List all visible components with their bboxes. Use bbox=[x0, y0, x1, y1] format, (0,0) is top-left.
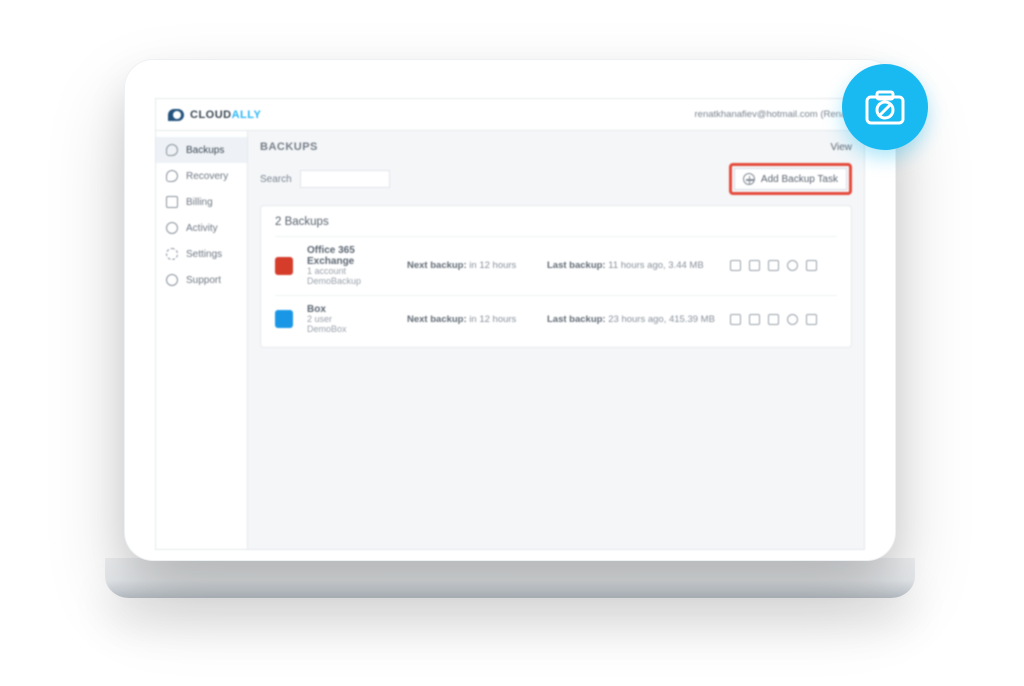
row-actions bbox=[727, 260, 817, 271]
search-input[interactable] bbox=[300, 170, 390, 188]
edit-icon[interactable] bbox=[730, 314, 741, 325]
last-backup-value: 11 hours ago, 3.44 MB bbox=[608, 260, 703, 271]
backup-service-logo bbox=[275, 257, 293, 275]
backup-service-sub2: DemoBackup bbox=[307, 277, 397, 287]
user-info[interactable]: renatkhanafiev@hotmail.com (Renat) bbox=[695, 109, 853, 120]
delete-icon[interactable] bbox=[806, 314, 817, 325]
next-backup-label: Next backup: bbox=[407, 260, 467, 271]
page-title: BACKUPS bbox=[260, 141, 318, 153]
sidebar-item-recovery[interactable]: Recovery bbox=[156, 163, 247, 189]
delete-icon[interactable] bbox=[806, 260, 817, 271]
backup-service-name: Office 365 Exchange bbox=[307, 245, 397, 267]
sidebar-item-label: Recovery bbox=[186, 171, 228, 182]
sidebar-item-label: Billing bbox=[186, 197, 213, 208]
download-icon[interactable] bbox=[768, 260, 779, 271]
brand-suffix: ALLY bbox=[232, 109, 262, 121]
brand-logo-icon bbox=[168, 109, 184, 121]
main: BACKUPS View Search Add Backup Task bbox=[248, 131, 864, 549]
backups-card: 2 Backups Office 365 Exchange 1 account … bbox=[260, 205, 852, 348]
row-actions bbox=[727, 314, 817, 325]
backups-count: 2 Backups bbox=[275, 216, 837, 228]
add-backup-task-button[interactable]: Add Backup Task bbox=[734, 168, 847, 190]
topbar: CLOUDALLY renatkhanafiev@hotmail.com (Re… bbox=[156, 99, 864, 131]
add-backup-highlight: Add Backup Task bbox=[729, 163, 852, 195]
user-icon bbox=[166, 222, 178, 234]
help-icon bbox=[166, 274, 178, 286]
backup-service-sub2: DemoBox bbox=[307, 325, 397, 335]
sidebar-item-settings[interactable]: Settings bbox=[156, 241, 247, 267]
sidebar-item-billing[interactable]: Billing bbox=[156, 189, 247, 215]
cloud-icon bbox=[166, 170, 178, 182]
sidebar-item-activity[interactable]: Activity bbox=[156, 215, 247, 241]
brand-name: CLOUD bbox=[190, 109, 232, 121]
sidebar-item-label: Support bbox=[186, 275, 221, 286]
download-icon[interactable] bbox=[768, 314, 779, 325]
doc-icon bbox=[166, 196, 178, 208]
view-selector[interactable]: View bbox=[831, 142, 853, 153]
add-backup-task-label: Add Backup Task bbox=[761, 174, 838, 185]
run-icon[interactable] bbox=[749, 314, 760, 325]
cloud-icon bbox=[166, 144, 178, 156]
edit-icon[interactable] bbox=[730, 260, 741, 271]
last-backup-label: Last backup: bbox=[547, 314, 606, 325]
sidebar-item-label: Activity bbox=[186, 223, 218, 234]
sidebar-item-label: Backups bbox=[186, 145, 224, 156]
backup-service-logo bbox=[275, 310, 293, 328]
archive-icon[interactable] bbox=[787, 314, 798, 325]
plus-icon bbox=[743, 173, 755, 185]
gear-icon bbox=[166, 248, 178, 260]
run-icon[interactable] bbox=[749, 260, 760, 271]
archive-icon[interactable] bbox=[787, 260, 798, 271]
sidebar-item-label: Settings bbox=[186, 249, 222, 260]
backup-row[interactable]: Box 2 user DemoBox Next backup: in 12 ho… bbox=[275, 295, 837, 343]
next-backup-label: Next backup: bbox=[407, 314, 467, 325]
sidebar: Backups Recovery Billing Activity Settin… bbox=[156, 131, 248, 549]
last-backup-label: Last backup: bbox=[547, 260, 606, 271]
camera-badge-icon bbox=[842, 64, 928, 150]
sidebar-item-backups[interactable]: Backups bbox=[156, 137, 247, 163]
next-backup-value: in 12 hours bbox=[469, 260, 516, 271]
brand: CLOUDALLY bbox=[168, 109, 261, 121]
sidebar-item-support[interactable]: Support bbox=[156, 267, 247, 293]
backup-row[interactable]: Office 365 Exchange 1 account DemoBackup… bbox=[275, 236, 837, 295]
next-backup-value: in 12 hours bbox=[469, 314, 516, 325]
last-backup-value: 23 hours ago, 415.39 MB bbox=[608, 314, 715, 325]
search-label: Search bbox=[260, 174, 292, 185]
laptop-base bbox=[105, 558, 915, 598]
